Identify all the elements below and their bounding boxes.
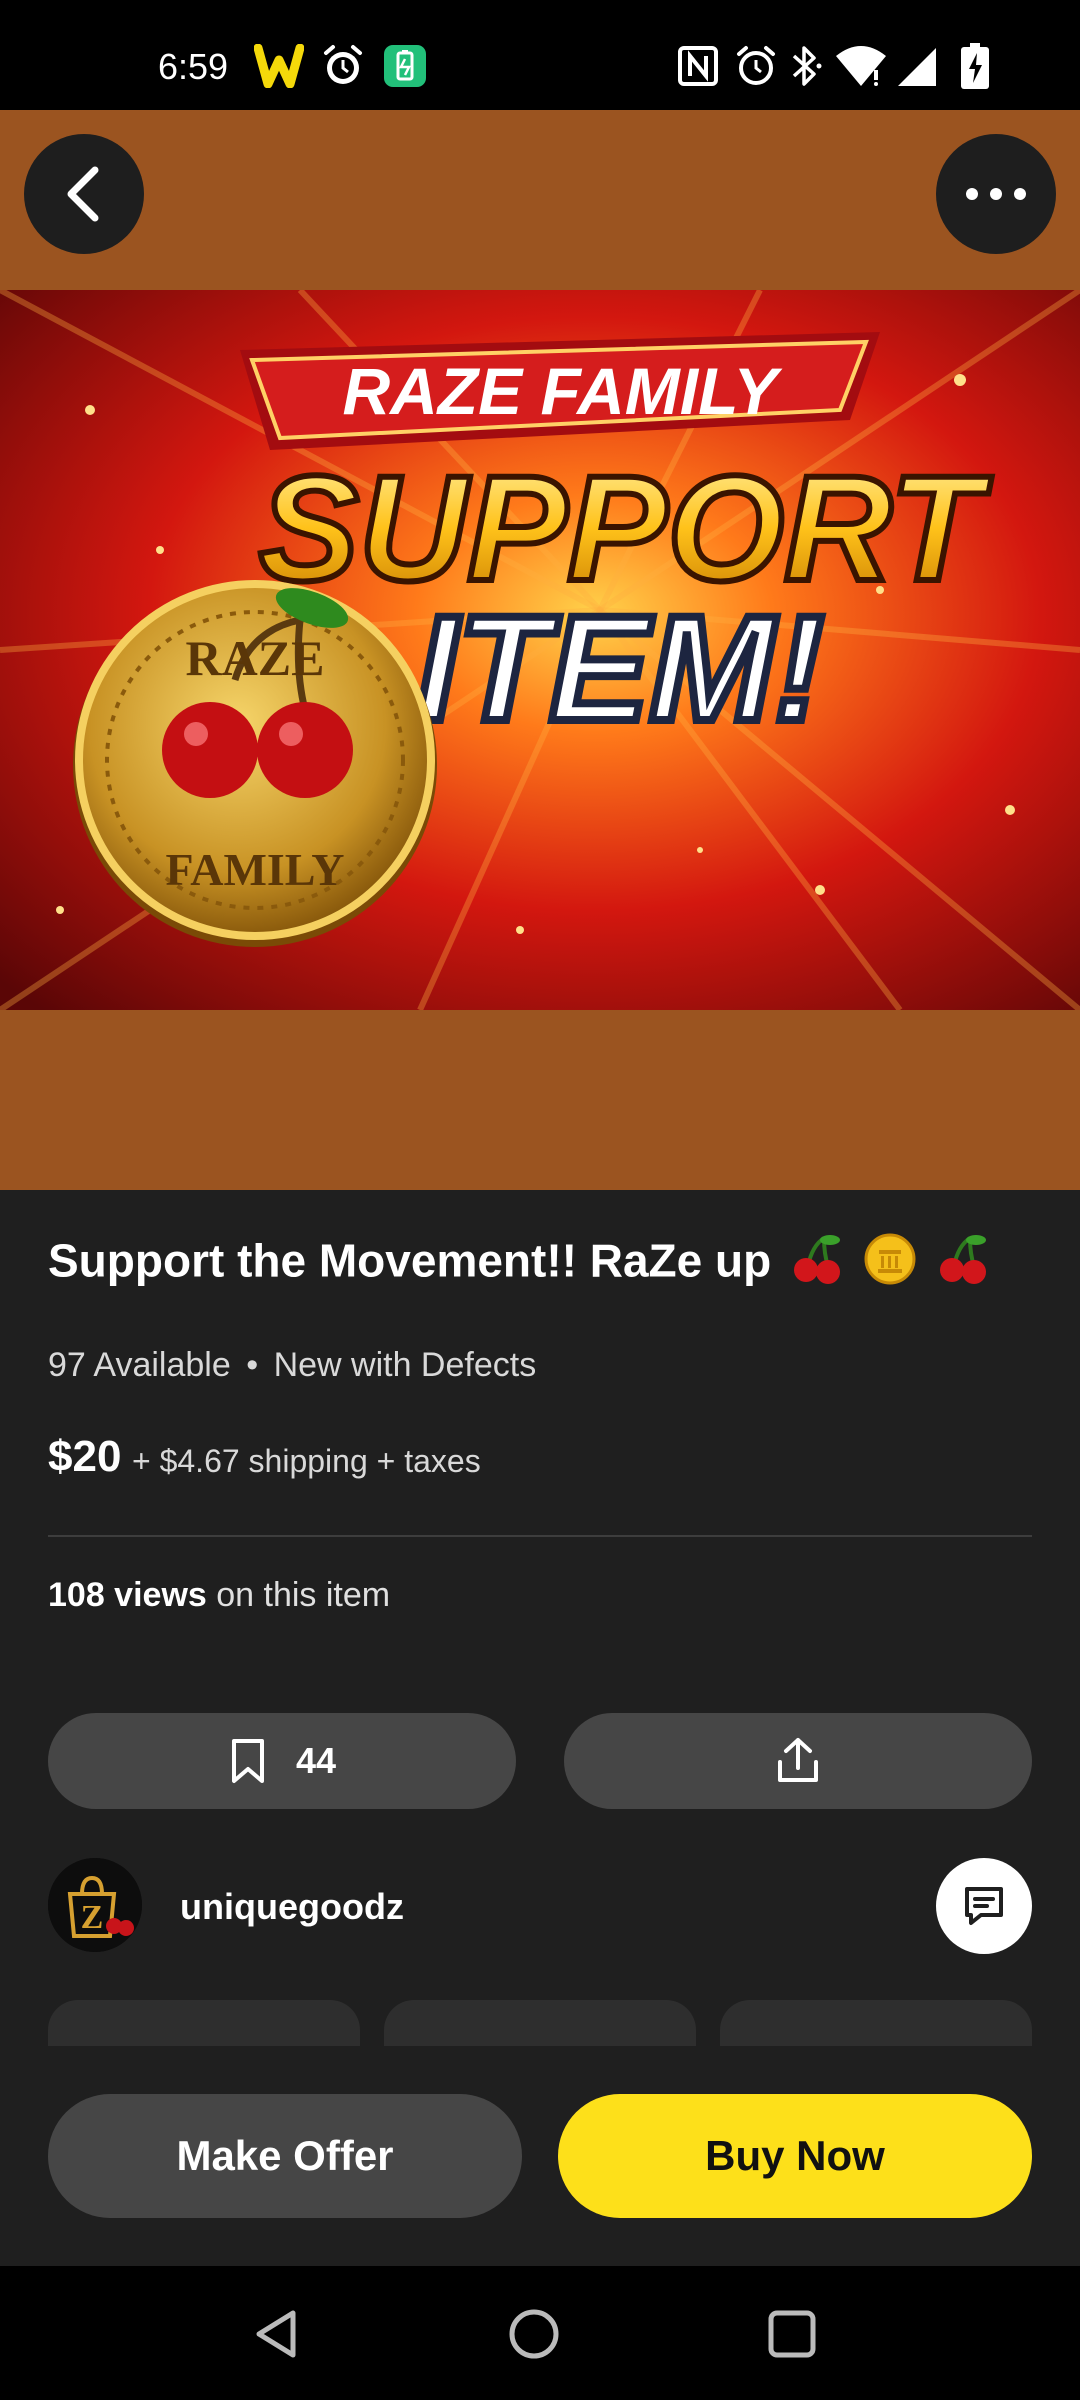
seller-avatar[interactable]: Z — [48, 1858, 142, 1952]
share-button[interactable] — [564, 1713, 1032, 1809]
divider — [48, 1535, 1032, 1537]
banner-text: RAZE FAMILY — [342, 354, 782, 428]
battery-charging-icon — [960, 43, 990, 89]
coin-emoji — [863, 1232, 917, 1297]
make-offer-button[interactable]: Make Offer — [48, 2094, 522, 2218]
coin-bottom-text: FAMILY — [166, 844, 345, 895]
seller-chip[interactable] — [384, 2000, 696, 2048]
views-text: 108 views on this item — [48, 1576, 390, 1615]
cherries-emoji — [790, 1232, 844, 1297]
cherries-emoji — [936, 1232, 990, 1297]
back-triangle-icon[interactable] — [248, 2306, 304, 2362]
wifi-icon — [834, 44, 888, 88]
listing-title-text: Support the Movement!! RaZe up — [48, 1234, 772, 1287]
alarm-icon — [320, 44, 366, 88]
views-suffix: on this item — [216, 1576, 391, 1614]
chevron-left-icon — [67, 166, 99, 222]
shipping-taxes: + $4.67 shipping + taxes — [132, 1443, 481, 1479]
nfc-icon — [676, 44, 720, 88]
buy-now-button[interactable]: Buy Now — [558, 2094, 1032, 2218]
meta-separator: • — [246, 1346, 259, 1384]
headline-item: ITEM! — [416, 584, 824, 752]
status-bar: 6:59 — [0, 0, 1080, 110]
avatar-letter: Z — [81, 1899, 104, 1936]
bookmark-button[interactable]: 44 — [48, 1713, 516, 1809]
availability-text: 97 Available — [48, 1346, 231, 1384]
product-image[interactable]: RAZE FAMILY SUPPORT ITEM! RAZE FAMILY — [0, 290, 1080, 1010]
price: $20 — [48, 1432, 122, 1481]
listing-meta: 97 Available • New with Defects — [48, 1346, 536, 1385]
back-button[interactable] — [24, 134, 144, 254]
system-nav-bar — [0, 2266, 1080, 2400]
coin-top-text: RAZE — [186, 630, 325, 686]
chat-button[interactable] — [936, 1858, 1032, 1954]
bookmark-count: 44 — [295, 1740, 337, 1781]
battery-saver-icon — [382, 44, 428, 88]
seller-chip[interactable] — [48, 2000, 360, 2048]
signal-icon — [896, 44, 940, 88]
bluetooth-icon — [786, 44, 826, 88]
alarm-icon — [734, 44, 778, 88]
product-hero[interactable]: RAZE FAMILY SUPPORT ITEM! RAZE FAMILY — [0, 110, 1080, 1190]
home-circle-icon[interactable] — [506, 2306, 562, 2362]
w-app-icon — [254, 44, 304, 88]
share-icon — [778, 1738, 818, 1782]
more-options-button[interactable] — [936, 134, 1056, 254]
listing-title: Support the Movement!! RaZe up — [48, 1232, 990, 1297]
seller-name[interactable]: uniquegoodz — [180, 1886, 404, 1928]
seller-chip[interactable] — [720, 2000, 1032, 2048]
recents-square-icon[interactable] — [764, 2306, 820, 2362]
bookmark-icon — [231, 1739, 264, 1783]
status-time: 6:59 — [158, 46, 229, 87]
condition-text: New with Defects — [273, 1346, 537, 1384]
views-count: 108 views — [48, 1576, 207, 1614]
chat-icon — [965, 1887, 1003, 1925]
more-horizontal-icon — [966, 188, 1026, 200]
